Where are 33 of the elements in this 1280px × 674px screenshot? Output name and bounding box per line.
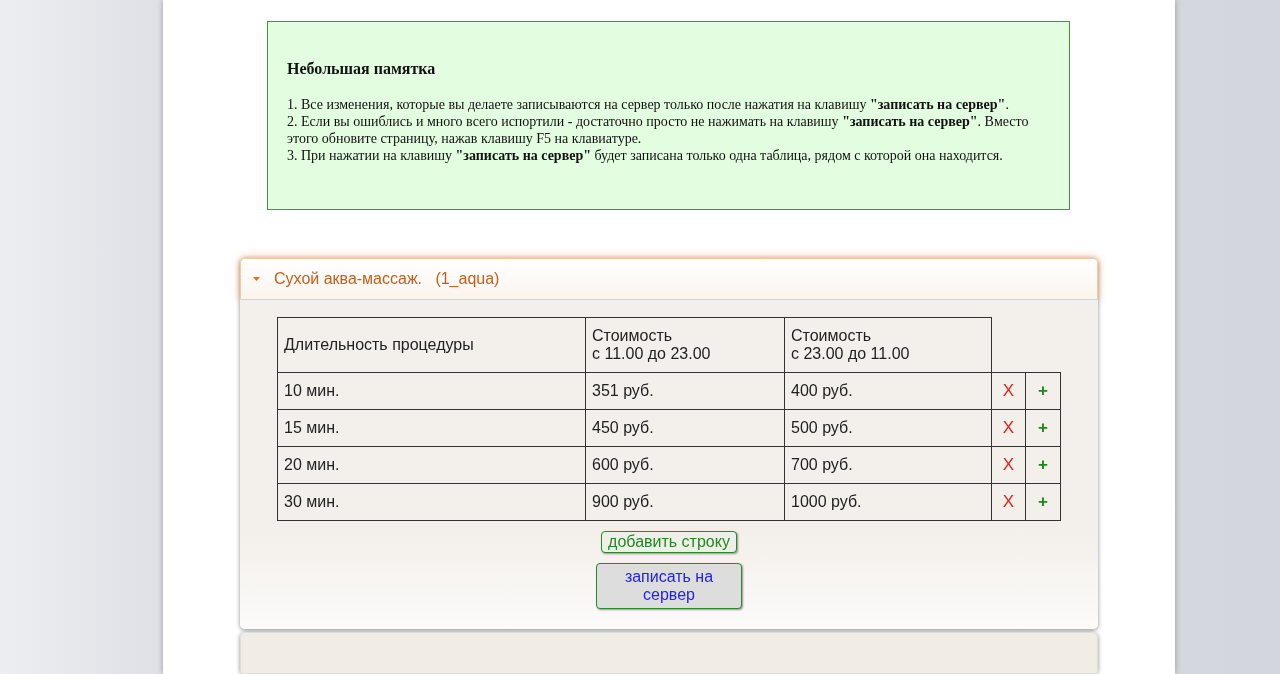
add-row-button[interactable]: + [1025, 372, 1061, 410]
table-cell: 500 руб. [784, 409, 992, 447]
save-to-server-button[interactable]: записать на сервер [596, 563, 742, 609]
delete-row-button[interactable]: X [991, 409, 1026, 447]
add-row-button[interactable]: добавить строку [601, 531, 737, 553]
add-row-button[interactable]: + [1025, 409, 1061, 447]
note-paragraph: 2. Если вы ошиблись и много всего испортили - достаточно просто не нажимать на клавишу "записать на сервер". Вместо этого обновите страницу, нажав клавишу F5 на клавиатуре. [287, 113, 1030, 147]
column-header: Стоимость с 23.00 до 11.00 [784, 317, 992, 373]
note-title: Небольшая памятка [287, 60, 437, 78]
note-paragraph: 3. При нажатии на клавишу "записать на сервер" будет записана только одна таблица, рядом с которой она находится. [287, 147, 1004, 164]
table-cell: 400 руб. [784, 372, 992, 410]
table-cell: 20 мин. [277, 446, 586, 484]
panel-header[interactable] [240, 632, 1098, 674]
table-cell: 30 мин. [277, 483, 586, 521]
table-cell: 600 руб. [585, 446, 785, 484]
table-cell: 700 руб. [784, 446, 992, 484]
add-row-button[interactable]: + [1025, 446, 1061, 484]
table-cell: 900 руб. [585, 483, 785, 521]
panel-header[interactable]: Сухой аква-массаж. (1_aqua) [240, 258, 1098, 300]
column-header: Длительность процедуры [277, 317, 586, 373]
caret-icon [253, 277, 260, 281]
panel-title: Сухой аква-массаж. (1_aqua) [274, 270, 500, 288]
table-cell: 351 руб. [585, 372, 785, 410]
table-cell: 1000 руб. [784, 483, 992, 521]
delete-row-button[interactable]: X [991, 446, 1026, 484]
table-cell: 15 мин. [277, 409, 586, 447]
delete-row-button[interactable]: X [991, 372, 1026, 410]
table-cell: 450 руб. [585, 409, 785, 447]
delete-row-button[interactable]: X [991, 483, 1026, 521]
column-header: Стоимость с 11.00 до 23.00 [585, 317, 785, 373]
note-paragraph: 1. Все изменения, которые вы делаете записываются на сервер только после нажатия на клавишу "записать на сервер". [287, 96, 1010, 113]
add-row-button[interactable]: + [1025, 483, 1061, 521]
table-cell: 10 мин. [277, 372, 586, 410]
